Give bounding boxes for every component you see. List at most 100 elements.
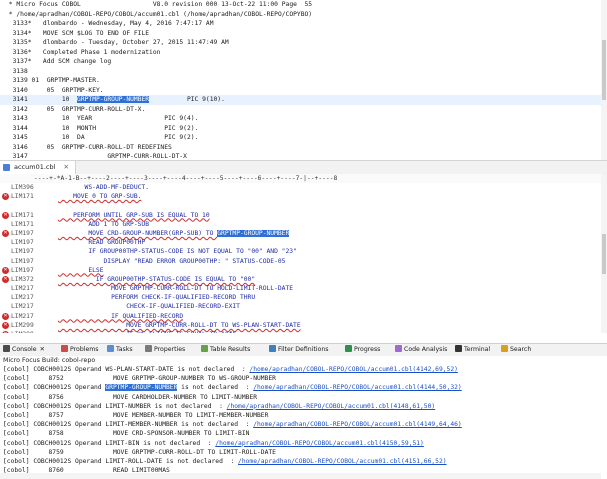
editor-line[interactable]: LIM217 CHECK-IF-QUALIFIED-RECORD-EXIT: [0, 302, 607, 311]
editor-line[interactable]: LIM396 WS-ADD-MF-DEDUCT.: [0, 183, 607, 192]
listing-line-text: 3144 10 MONTH PIC 9(2).: [5, 124, 199, 132]
editor-line[interactable]: ✕ LIM372 IF GROUP00THP-STATUS-CODE IS EQU…: [0, 275, 607, 284]
tab-label: Problems: [70, 346, 99, 353]
tab-filter-definitions[interactable]: Filter Definitions: [269, 344, 328, 356]
editor-line[interactable]: LIM171 ADD 1 TO GRP-SUB: [0, 220, 607, 229]
sequence-number: LIM197: [11, 257, 34, 265]
listing-line[interactable]: * Micro Focus COBOL V8.0 revision 000 13…: [0, 0, 607, 10]
source-link[interactable]: /home/apradhan/COBOL-REPO/COBOL/accum01.…: [215, 440, 424, 447]
error-icon[interactable]: ✕: [2, 211, 9, 219]
source-link[interactable]: /home/apradhan/COBOL-REPO/COBOL/accum01.…: [227, 403, 436, 410]
close-icon[interactable]: ✕: [40, 346, 45, 353]
listing-scrollbar[interactable]: [601, 0, 607, 173]
tab-terminal[interactable]: Terminal: [455, 344, 490, 356]
listing-line-text: 3137* Add SCM change log: [5, 58, 112, 65]
tab-tasks[interactable]: Tasks: [107, 344, 133, 356]
listing-pane[interactable]: * Micro Focus COBOL V8.0 revision 000 13…: [0, 0, 607, 173]
code-text: IF GROUP00THP-STATUS-CODE IS EQUAL TO "0…: [58, 275, 255, 284]
listing-line[interactable]: * /home/apradhan/COBOL-REPO/COBOL/accum0…: [0, 10, 607, 20]
gutter: [0, 247, 10, 256]
error-icon[interactable]: ✕: [2, 331, 9, 333]
editor-line[interactable]: ✕ LIM171 PERFORM UNTIL GRP-SUB IS EQUAL T…: [0, 211, 607, 220]
code-text: CHECK-IF-QUALIFIED-RECORD-EXIT: [58, 302, 240, 311]
listing-line[interactable]: 3138: [0, 67, 607, 77]
tab-properties[interactable]: Properties: [145, 344, 185, 356]
error-icon[interactable]: ✕: [2, 266, 9, 274]
listing-line[interactable]: 3145 10 DA PIC 9(2).: [0, 133, 607, 143]
listing-line[interactable]: 3133* dlombardo - Wednesday, May 4, 2016…: [0, 19, 607, 29]
tab-label: Properties: [154, 346, 186, 353]
tab-problems[interactable]: Problems: [61, 344, 99, 356]
gutter: ✕: [0, 192, 10, 201]
tab-progress[interactable]: Progress: [345, 344, 380, 356]
tab-console[interactable]: Console ✕: [3, 344, 45, 356]
tab-code-analysis[interactable]: Code Analysis: [395, 344, 447, 356]
listing-line[interactable]: 3146 05 GRPTMP-CURR-ROLL-DT REDEFINES: [0, 143, 607, 153]
editor-line[interactable]: ✕LIM299 IF WS-CLIENT IS EQUAL TO "mf": [0, 330, 607, 333]
editor-line[interactable]: LIM217 PERFORM CHECK-IF-QUALIFIED-RECORD…: [0, 293, 607, 302]
source-link[interactable]: /home/apradhan/COBOL-REPO/COBOL/accum01.…: [238, 458, 447, 465]
editor-line[interactable]: ✕ LIM217 IF QUALIFIED-RECORD: [0, 312, 607, 321]
gutter: ✕: [0, 229, 10, 238]
editor-line[interactable]: LIM197 IF GROUP00THP-STATUS-CODE IS NOT …: [0, 247, 607, 256]
console-pane[interactable]: Micro Focus Build: cobol-repo [cobol] CO…: [0, 356, 607, 479]
error-icon[interactable]: ✕: [2, 275, 9, 283]
error-icon[interactable]: ✕: [2, 193, 9, 201]
gutter: [0, 284, 10, 293]
listing-line[interactable]: 3144 10 MONTH PIC 9(2).: [0, 124, 607, 134]
view-tab-bar: Console ✕ Problems Tasks Properties Table Res…: [0, 343, 607, 357]
listing-line[interactable]: 3136* Completed Phase 1 modernization: [0, 48, 607, 58]
error-icon[interactable]: ✕: [2, 229, 9, 237]
tab-accum01[interactable]: accum01.cbl ✕: [0, 161, 76, 174]
source-link[interactable]: /home/apradhan/COBOL-REPO/COBOL/accum01.…: [253, 384, 462, 391]
editor-scroll-thumb[interactable]: [602, 234, 606, 274]
highlighted-symbol: GRPTMP-GROUP-NUMBER: [77, 96, 150, 103]
code-text: DISPLAY "READ ERROR GROUP00THP: " STATUS…: [58, 257, 285, 266]
code-text: MOVE GRPTMP-CURR-ROLL-DT TO HOLD-LIMIT-R…: [58, 284, 293, 293]
source-link[interactable]: /home/apradhan/COBOL-REPO/COBOL/accum01.…: [249, 366, 458, 373]
tab-search[interactable]: Search: [501, 344, 531, 356]
editor-line[interactable]: ✕ LIM299 MOVE GRPTMP-CURR-ROLL-DT TO WS-P…: [0, 321, 607, 330]
editor-line[interactable]: [0, 201, 607, 210]
listing-line[interactable]: 3142 05 GRPTMP-CURR-ROLL-DT-X.: [0, 105, 607, 115]
code-content: IF GROUP00THP-STATUS-CODE IS NOT EQUAL T…: [58, 248, 297, 256]
code-content: WS-ADD-MF-DEDUCT.: [58, 184, 149, 191]
listing-line[interactable]: 3141 10 GRPTMP-GROUP-NUMBER PIC 9(10).: [0, 95, 607, 105]
editor-line[interactable]: LIM217 MOVE GRPTMP-CURR-ROLL-DT TO HOLD-…: [0, 284, 607, 293]
gutter: ✕: [0, 321, 10, 330]
listing-line[interactable]: 3140 05 GRPTMP-KEY.: [0, 86, 607, 96]
sequence-number: LIM197: [11, 229, 34, 237]
gutter: [0, 201, 10, 210]
editor-line[interactable]: LIM197 READ GROUP00THP: [0, 238, 607, 247]
tab-label: Code Analysis: [404, 346, 448, 353]
editor-scrollbar[interactable]: [601, 174, 607, 333]
error-icon[interactable]: ✕: [2, 312, 9, 320]
sequence-number: LIM171: [11, 211, 34, 219]
console-line: [cobol] 8758 MOVE CRD-SPONSOR-NUMBER TO …: [0, 429, 607, 438]
tab-table-results[interactable]: Table Results: [201, 344, 250, 356]
listing-line[interactable]: 3134* MOVE SCM $LOG TO END OF FILE: [0, 29, 607, 39]
listing-line-rest: PIC 9(10).: [149, 96, 225, 103]
sequence-number: LIM197: [11, 248, 34, 256]
tab-label: Terminal: [464, 346, 491, 353]
code-content: PERFORM CHECK-IF-QUALIFIED-RECORD THRU: [58, 294, 256, 302]
listing-scroll-thumb[interactable]: [602, 40, 606, 100]
console-hscrollbar[interactable]: [0, 473, 601, 479]
listing-line[interactable]: 3143 10 YEAR PIC 9(4).: [0, 114, 607, 124]
listing-line[interactable]: 3135* dlombardo - Tuesday, October 27, 2…: [0, 38, 607, 48]
listing-line[interactable]: 3139 01 GRPTMP-MASTER.: [0, 76, 607, 86]
editor-line[interactable]: LIM197 DISPLAY "READ ERROR GROUP00THP: "…: [0, 257, 607, 266]
editor-line[interactable]: ✕ LIM197 ELSE: [0, 266, 607, 275]
source-link[interactable]: /home/apradhan/COBOL-REPO/COBOL/accum01.…: [253, 421, 462, 428]
code-text: WS-ADD-MF-DEDUCT.: [58, 183, 149, 192]
listing-line-text: 3141 10: [5, 96, 78, 103]
console-text: [cobol] COBCH0012S Operand WS-PLAN-START…: [3, 366, 250, 373]
code-content: ELSE: [58, 266, 104, 274]
close-icon[interactable]: ✕: [64, 163, 69, 171]
console-line: [cobol] 8756 MOVE CARDHOLDER-NUMBER TO L…: [0, 393, 607, 402]
editor-line[interactable]: ✕ LIM197 MOVE CRD-GROUP-NUMBER(GRP-SUB) T…: [0, 229, 607, 238]
editor-pane[interactable]: ----+-*A-1-B--+----2----+----3----+----4…: [0, 174, 607, 333]
listing-line[interactable]: 3137* Add SCM change log: [0, 57, 607, 67]
error-icon[interactable]: ✕: [2, 321, 9, 329]
editor-line[interactable]: ✕ LIM171 MOVE 0 TO GRP-SUB.: [0, 192, 607, 201]
